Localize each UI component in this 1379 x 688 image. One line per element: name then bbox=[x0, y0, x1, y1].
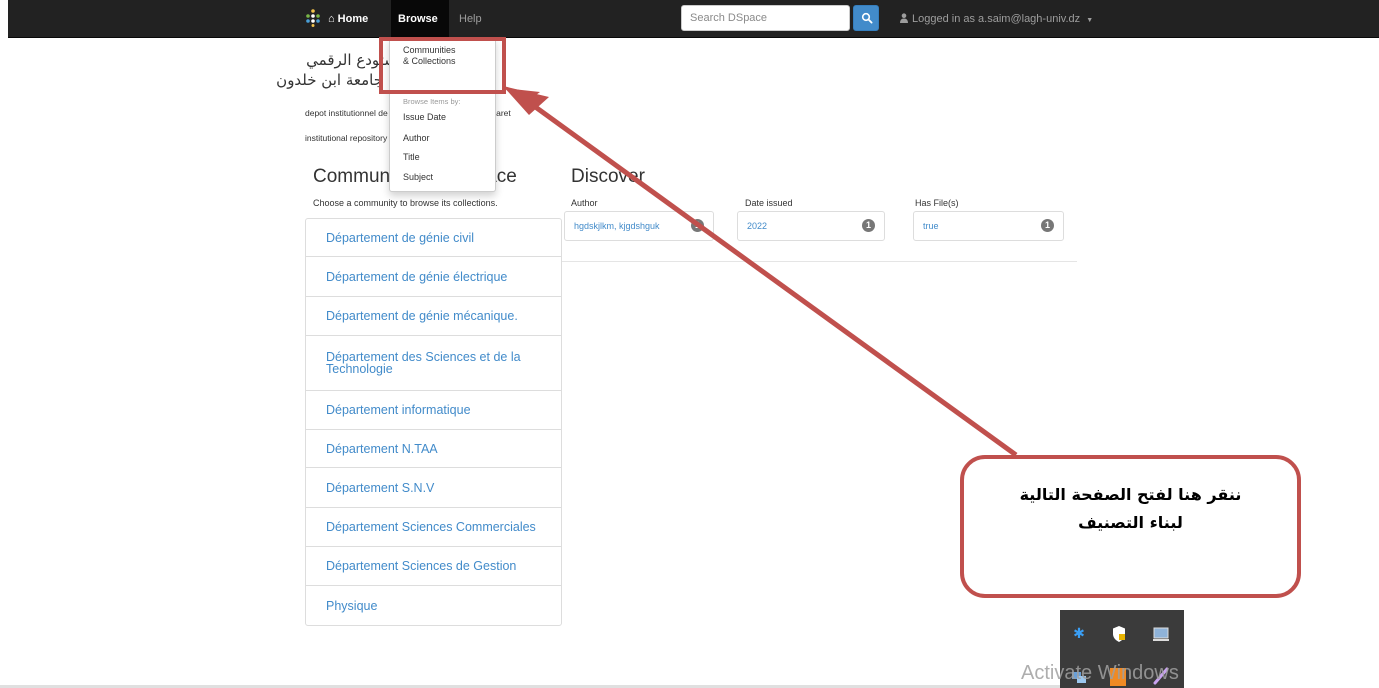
security-shield-icon[interactable] bbox=[1111, 625, 1127, 643]
bluetooth-icon[interactable]: ✱ bbox=[1070, 626, 1088, 642]
callout-line-2: لبناء التصنيف bbox=[1078, 513, 1183, 532]
callout-text: ننقر هنا لفتح الصفحة التالية لبناء التصن… bbox=[964, 481, 1297, 537]
page: ⌂Home Browse ▼ Help Logged in as a.saim@… bbox=[0, 0, 1379, 688]
display-icon[interactable] bbox=[1152, 626, 1170, 642]
callout-line-1: ننقر هنا لفتح الصفحة التالية bbox=[1019, 485, 1242, 504]
windows-watermark: Activate Windows bbox=[1021, 662, 1179, 684]
annotation-callout: ننقر هنا لفتح الصفحة التالية لبناء التصن… bbox=[960, 455, 1301, 598]
